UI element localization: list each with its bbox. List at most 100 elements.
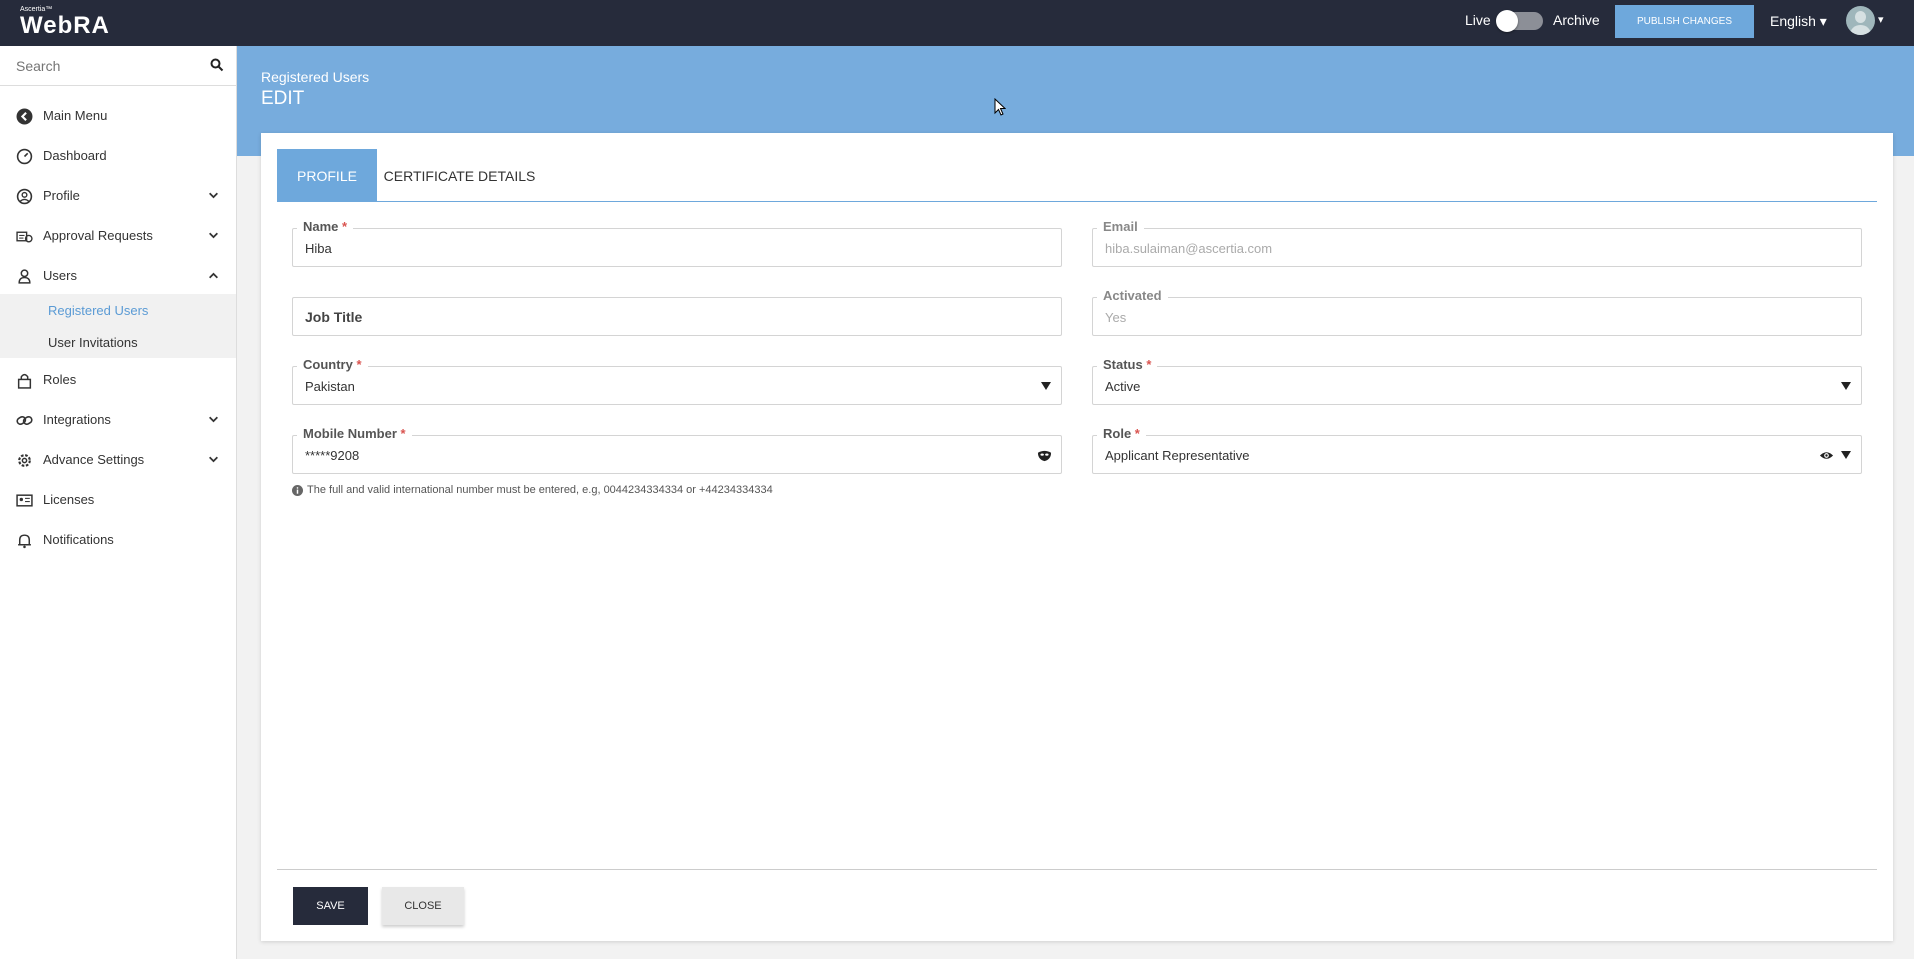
sidebar-item-label: Integrations	[43, 412, 111, 427]
name-field[interactable]: Name * Hiba	[292, 220, 1062, 267]
lock-icon	[17, 373, 32, 389]
name-value: Hiba	[305, 241, 332, 256]
sidebar-item-main-menu[interactable]: Main Menu	[0, 98, 236, 134]
dropdown-caret-icon	[1041, 382, 1051, 390]
archive-label: Archive	[1553, 12, 1600, 28]
name-label: Name *	[297, 219, 354, 234]
page-title: EDIT	[261, 88, 305, 109]
required-marker: *	[342, 219, 348, 234]
id-card-icon	[16, 494, 33, 507]
email-field: Email hiba.sulaiman@ascertia.com	[1092, 220, 1862, 267]
eye-icon[interactable]	[1819, 448, 1834, 463]
role-value: Applicant Representative	[1105, 448, 1250, 463]
chevron-up-icon	[209, 272, 218, 279]
gear-icon	[18, 454, 31, 467]
avatar-head	[1855, 11, 1866, 23]
users-icon	[18, 269, 31, 284]
sidebar-item-label: Users	[43, 268, 77, 283]
tab-profile[interactable]: PROFILE	[277, 149, 377, 202]
mobile-number-value: *****9208	[305, 448, 360, 463]
search-icon[interactable]	[210, 58, 224, 72]
toggle-knob	[1496, 10, 1518, 32]
avatar-dropdown-caret[interactable]: ▾	[1878, 13, 1884, 26]
required-marker: *	[400, 426, 406, 441]
dropdown-caret-icon	[1841, 451, 1851, 459]
users-submenu: Registered Users User Invitations	[0, 294, 236, 358]
footer-divider	[277, 869, 1877, 870]
sidebar-item-label: Profile	[43, 188, 80, 203]
sidebar-item-label: Approval Requests	[43, 228, 153, 243]
user-avatar[interactable]	[1846, 6, 1875, 35]
sidebar-item-approval-requests[interactable]: Approval Requests	[0, 218, 236, 254]
status-label: Status *	[1097, 357, 1158, 372]
mobile-number-label: Mobile Number *	[297, 427, 412, 441]
logo-brand: WebRA	[20, 12, 110, 39]
required-marker: *	[1134, 426, 1140, 441]
sidebar-item-integrations[interactable]: Integrations	[0, 402, 236, 438]
app-logo[interactable]: Ascertia™ WebRA	[20, 6, 110, 38]
activated-value: Yes	[1105, 310, 1127, 325]
sidebar-item-label: Dashboard	[43, 148, 107, 163]
sidebar: Main Menu Dashboard Profile Approval Req…	[0, 46, 237, 959]
dropdown-caret-icon	[1841, 382, 1851, 390]
sidebar-item-advance-settings[interactable]: Advance Settings	[0, 442, 236, 478]
sidebar-item-profile[interactable]: Profile	[0, 178, 236, 214]
role-select[interactable]: Role * Applicant Representative	[1092, 427, 1862, 474]
info-icon	[292, 484, 303, 496]
sidebar-subitem-registered-users[interactable]: Registered Users	[48, 303, 148, 318]
avatar-body	[1850, 25, 1871, 35]
email-value: hiba.sulaiman@ascertia.com	[1105, 241, 1273, 256]
mobile-number-hint: The full and valid international number …	[292, 484, 773, 496]
back-circle-icon	[16, 108, 33, 125]
role-label: Role *	[1097, 427, 1146, 441]
sidebar-item-dashboard[interactable]: Dashboard	[0, 138, 236, 174]
sidebar-search	[0, 46, 236, 86]
top-bar: Ascertia™ WebRA Live Archive PUBLISH CHA…	[0, 0, 1914, 46]
user-circle-icon	[16, 188, 33, 205]
hint-text: The full and valid international number …	[307, 484, 773, 496]
live-archive-toggle[interactable]	[1496, 10, 1543, 32]
email-label: Email	[1097, 220, 1144, 234]
tab-certificate-details[interactable]: CERTIFICATE DETAILS	[377, 149, 542, 202]
sidebar-item-label: Licenses	[43, 492, 95, 507]
mobile-number-field[interactable]: Mobile Number * *****9208	[292, 427, 1062, 474]
chevron-down-icon	[209, 416, 218, 423]
close-button[interactable]: CLOSE	[382, 887, 464, 925]
mouse-cursor-icon	[994, 98, 1006, 116]
approval-icon	[16, 231, 33, 243]
sidebar-subitem-user-invitations[interactable]: User Invitations	[48, 335, 138, 350]
search-input[interactable]	[16, 55, 196, 77]
activated-label: Activated	[1097, 289, 1168, 303]
sidebar-item-users[interactable]: Users	[0, 258, 236, 294]
job-title-label: Job Title	[305, 309, 363, 325]
job-title-field[interactable]: Job Title	[292, 297, 1062, 336]
sidebar-item-label: Advance Settings	[43, 452, 145, 467]
tab-bar: PROFILE CERTIFICATE DETAILS	[277, 149, 1877, 202]
publish-changes-button[interactable]: PUBLISH CHANGES	[1615, 5, 1754, 38]
mask-toggle-icon[interactable]	[1037, 448, 1052, 463]
country-select[interactable]: Country * Pakistan	[292, 358, 1062, 405]
required-marker: *	[356, 357, 362, 372]
bell-icon	[18, 534, 31, 549]
required-marker: *	[1146, 357, 1152, 372]
link-icon	[16, 415, 33, 426]
status-value: Active	[1105, 379, 1141, 394]
status-select[interactable]: Status * Active	[1092, 358, 1862, 405]
sidebar-item-label: Roles	[43, 372, 77, 387]
chevron-down-icon	[209, 192, 218, 199]
language-selector[interactable]: English ▾	[1770, 13, 1827, 30]
chevron-down-icon	[209, 232, 218, 239]
country-value: Pakistan	[305, 379, 355, 394]
sidebar-item-label: Notifications	[43, 532, 114, 547]
live-label: Live	[1465, 12, 1491, 28]
activated-field: Activated Yes	[1092, 289, 1862, 336]
gauge-icon	[16, 148, 33, 165]
sidebar-item-licenses[interactable]: Licenses	[0, 482, 236, 518]
sidebar-item-roles[interactable]: Roles	[0, 362, 236, 398]
sidebar-item-label: Main Menu	[43, 108, 108, 123]
breadcrumb[interactable]: Registered Users	[261, 69, 369, 85]
country-label: Country *	[297, 358, 368, 372]
save-button[interactable]: SAVE	[293, 887, 368, 925]
chevron-down-icon	[209, 456, 218, 463]
sidebar-item-notifications[interactable]: Notifications	[0, 522, 236, 558]
